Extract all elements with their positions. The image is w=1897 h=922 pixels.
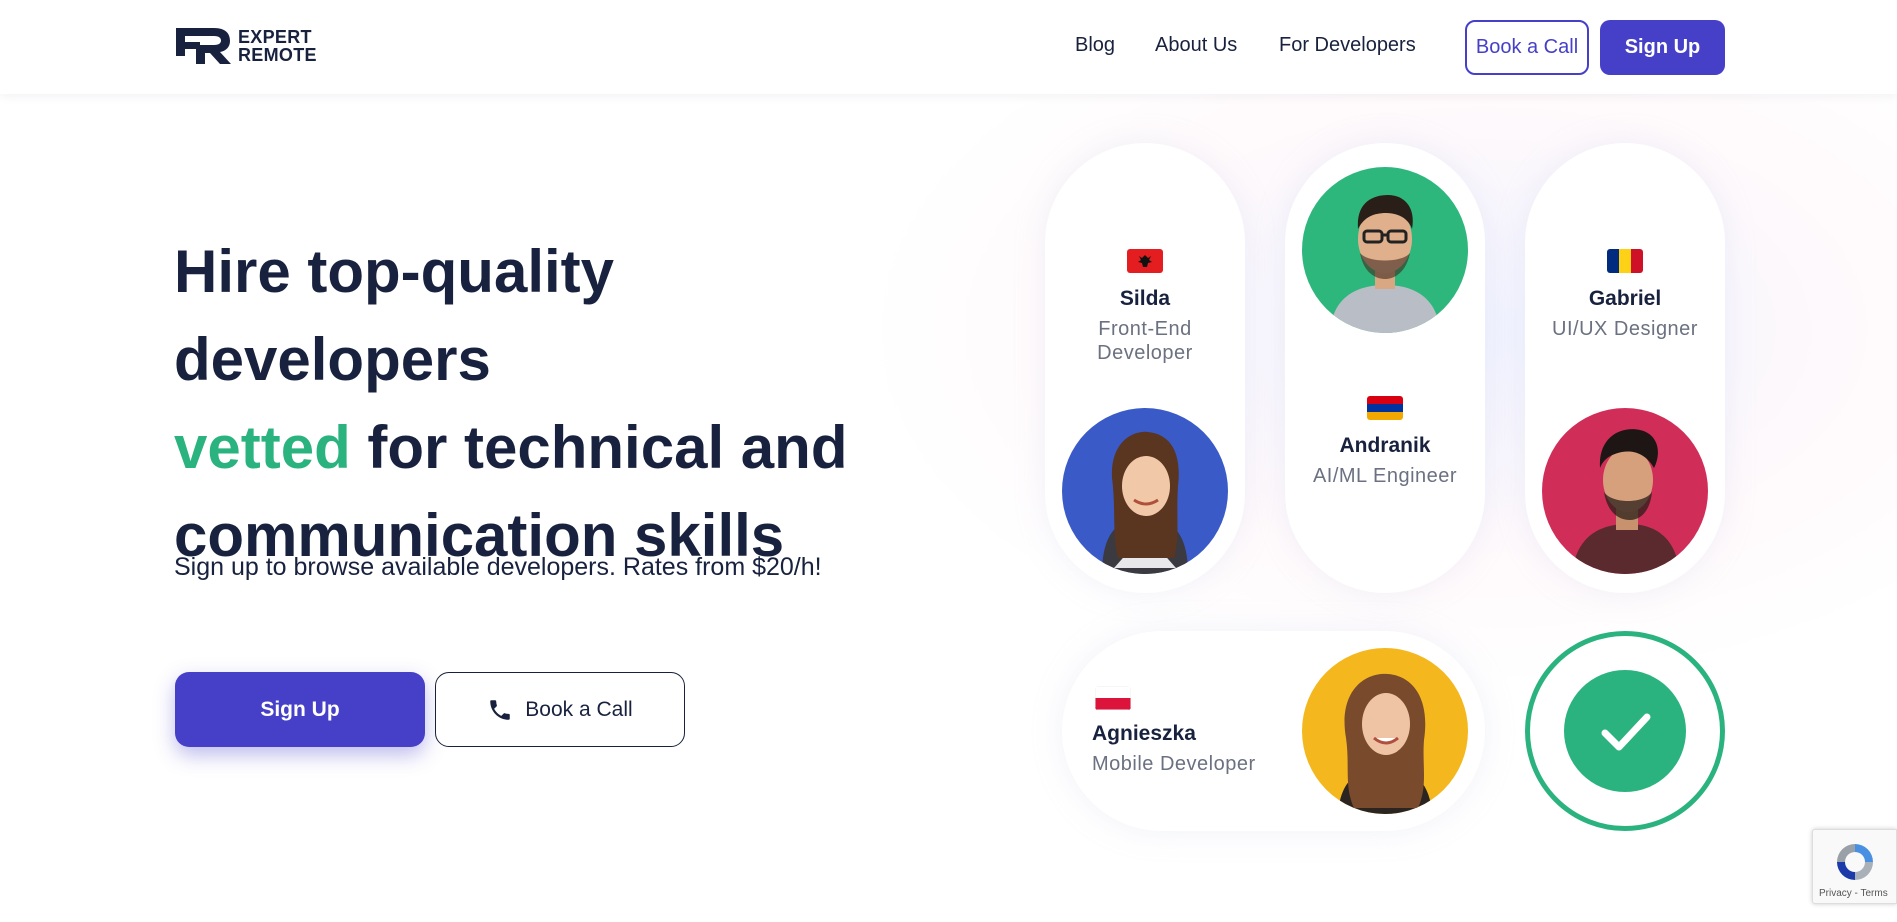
hero-title-line1: Hire top-quality developers [174, 238, 615, 393]
developer-role: Front-End Developer [1097, 318, 1193, 364]
avatar-gabriel [1542, 408, 1708, 574]
phone-icon [490, 699, 511, 720]
hero-title: Hire top-quality developers vetted for t… [174, 228, 934, 580]
logo-wordmark: EXPERT REMOTE [238, 28, 317, 64]
nav-about-us[interactable]: About Us [1155, 34, 1237, 57]
hero-title-line2: for technical and [350, 414, 848, 481]
header-sign-up-button[interactable]: Sign Up [1600, 20, 1725, 75]
verified-badge [1525, 631, 1725, 831]
agnieszka-info: Agnieszka Mobile Developer [1092, 722, 1272, 776]
hero-title-highlight: vetted [174, 414, 351, 481]
developer-name: Silda [1119, 287, 1171, 310]
silda-info: Silda Front-End Developer [1065, 287, 1225, 365]
hero-subtitle: Sign up to browse available developers. … [174, 553, 822, 581]
developer-name: Andranik [1339, 434, 1431, 457]
logo-line1: EXPERT [238, 27, 312, 47]
recaptcha-badge[interactable]: Privacy - Terms [1812, 829, 1897, 904]
developer-name: Gabriel [1588, 287, 1662, 310]
developer-role: Mobile Developer [1092, 753, 1256, 775]
recaptcha-links[interactable]: Privacy - Terms [1819, 888, 1888, 899]
avatar-agnieszka [1302, 648, 1468, 814]
flag-romania-icon [1607, 249, 1643, 273]
logo-line2: REMOTE [238, 45, 317, 65]
avatar-silda [1062, 408, 1228, 574]
andranik-info: Andranik AI/ML Engineer [1295, 434, 1475, 488]
hero-book-call-label: Book a Call [525, 697, 633, 721]
logo[interactable]: EXPERT REMOTE [174, 26, 317, 66]
nav-for-developers[interactable]: For Developers [1279, 34, 1416, 57]
developer-name: Agnieszka [1092, 722, 1196, 745]
flag-armenia-icon [1367, 396, 1403, 420]
header-book-call-button[interactable]: Book a Call [1465, 20, 1589, 75]
developer-role: UI/UX Designer [1552, 318, 1698, 340]
logo-mark-icon [176, 28, 231, 64]
nav-blog[interactable]: Blog [1075, 34, 1115, 57]
hero-sign-up-button[interactable]: Sign Up [175, 672, 425, 747]
flag-albania-icon [1127, 249, 1163, 273]
developer-role: AI/ML Engineer [1312, 465, 1458, 487]
check-icon [1601, 713, 1651, 751]
recaptcha-icon [1837, 844, 1873, 880]
gabriel-info: Gabriel UI/UX Designer [1535, 287, 1715, 341]
avatar-andranik [1302, 167, 1468, 333]
flag-poland-icon [1095, 686, 1131, 710]
hero-book-call-button[interactable]: Book a Call [435, 672, 685, 747]
check-circle [1564, 670, 1686, 792]
site-header: EXPERT REMOTE Blog About Us For Develope… [0, 0, 1897, 94]
